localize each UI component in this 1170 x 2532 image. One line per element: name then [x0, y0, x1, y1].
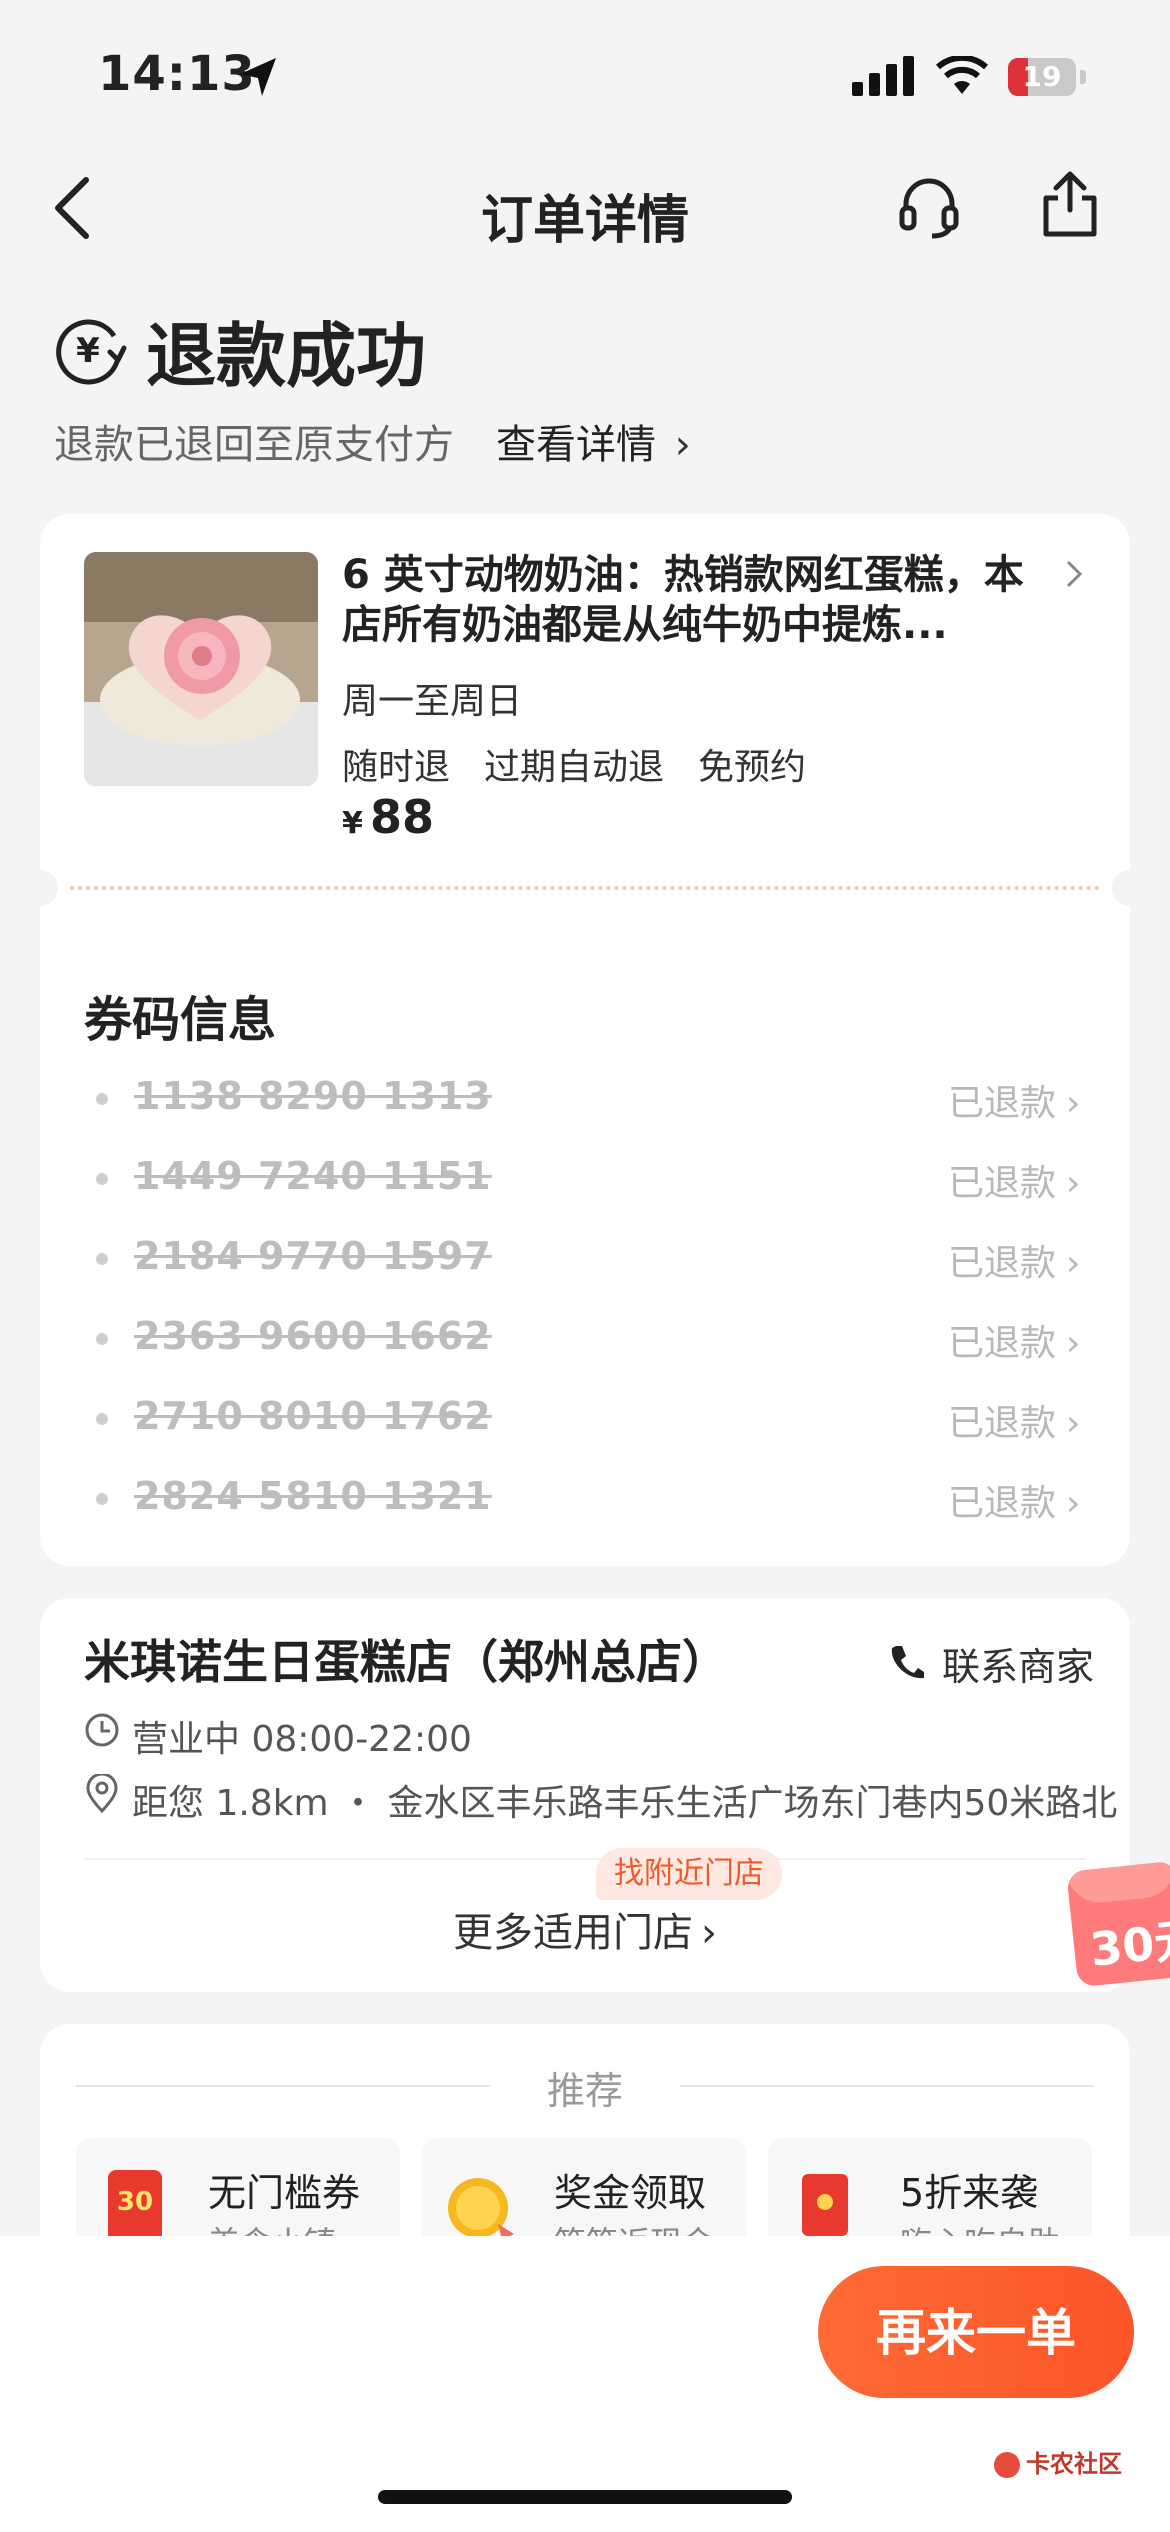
coupon-status-link[interactable]: 已退款 ›: [948, 1234, 1080, 1286]
coupon-code: 2184 9770 1597: [134, 1234, 492, 1278]
chevron-right-icon: ›: [1066, 1483, 1081, 1524]
bonus-coin-icon: [448, 2178, 514, 2240]
coupon-code: 2363 9600 1662: [134, 1314, 492, 1358]
battery-tip: [1080, 70, 1086, 84]
recommend-item-name: 5折来袭: [900, 2171, 1039, 2215]
share-icon[interactable]: [1040, 170, 1100, 240]
watermark-logo-icon: [994, 2452, 1020, 2478]
dotted-divider: [70, 886, 1100, 890]
coupon-status-link[interactable]: 已退款 ›: [948, 1154, 1080, 1206]
red-packet-amount: 30元: [1087, 1911, 1170, 1977]
contact-merchant-button[interactable]: 联系商家: [942, 1636, 1094, 1691]
chevron-right-icon: ›: [701, 1910, 717, 1956]
view-details-label: 查看详情: [496, 422, 656, 468]
bullet: [96, 1173, 108, 1185]
refund-subtitle: 退款已退回至原支付方: [54, 422, 454, 468]
svg-text:¥: ¥: [76, 331, 100, 371]
product-image[interactable]: [84, 552, 318, 786]
product-title[interactable]: 6 英寸动物奶油：热销款网红蛋糕，本店所有奶油都是从纯牛奶中提炼...: [342, 550, 1042, 650]
coupon-code: 1138 8290 1313: [134, 1074, 492, 1118]
page-title: 订单详情: [480, 191, 689, 251]
product-valid-days: 周一至周日: [342, 681, 523, 722]
svg-text:30: 30: [117, 2187, 153, 2217]
coupon-status-link[interactable]: 已退款 ›: [948, 1394, 1080, 1446]
coupon-status: 已退款: [948, 1323, 1057, 1364]
chevron-right-icon: ›: [1066, 1243, 1081, 1284]
recommend-item-name: 奖金领取: [554, 2171, 707, 2215]
location-arrow-icon: [240, 58, 276, 96]
bullet: [96, 1093, 108, 1105]
coupon-status: 已退款: [948, 1083, 1057, 1124]
watermark-text: 卡农社区: [1026, 2450, 1122, 2478]
coupon-code: 1449 7240 1151: [134, 1154, 492, 1198]
red-envelope-icon: [802, 2174, 848, 2236]
store-name[interactable]: 米琪诺生日蛋糕店（郑州总店）: [84, 1626, 728, 1692]
price-currency: ¥: [342, 806, 363, 841]
store-address[interactable]: 距您 1.8km ・ 金水区丰乐路丰乐生活广场东门巷内50米路北: [132, 1774, 1117, 1826]
chevron-right-icon: ›: [674, 422, 691, 468]
location-pin-icon: [86, 1774, 118, 1814]
coupon-section-title: 券码信息: [84, 992, 277, 1048]
recommend-item-name: 无门槛券: [208, 2171, 361, 2215]
home-indicator[interactable]: [378, 2490, 792, 2504]
chevron-right-icon: ›: [1066, 1163, 1081, 1204]
coupon-status-link[interactable]: 已退款 ›: [948, 1314, 1080, 1366]
cake-image: [84, 552, 318, 786]
battery-indicator: 19: [1008, 58, 1076, 96]
coupon-status: 已退款: [948, 1243, 1057, 1284]
product-tag: 免预约: [698, 747, 807, 788]
clock-icon: [85, 1713, 119, 1747]
recommend-item[interactable]: 5折来袭 嗨心吃自助: [768, 2138, 1092, 2248]
store-hours: 营业中 08:00-22:00: [132, 1719, 472, 1760]
product-chevron-icon[interactable]: [1064, 558, 1084, 590]
coupon-code: 2710 8010 1762: [134, 1394, 492, 1438]
more-stores-link[interactable]: 更多适用门店 ›: [0, 1900, 1170, 1958]
bullet: [96, 1333, 108, 1345]
more-stores-label: 更多适用门店: [453, 1910, 693, 1956]
battery-level: 19: [1022, 60, 1062, 93]
signal-icon: [852, 56, 914, 96]
floating-red-packet[interactable]: 30元: [1066, 1860, 1170, 1988]
coupon-code: 2824 5810 1321: [134, 1474, 492, 1518]
coupon-status-link[interactable]: 已退款 ›: [948, 1074, 1080, 1126]
coupon-status-link[interactable]: 已退款 ›: [948, 1474, 1080, 1526]
nearby-store-badge: 找附近门店: [596, 1848, 782, 1900]
coupon-30-icon: 30: [108, 2170, 162, 2242]
wifi-icon: [936, 56, 988, 94]
product-price: 88: [370, 790, 435, 844]
status-time: 14:13: [98, 46, 256, 102]
recommend-item[interactable]: 30 无门槛券 美食小镇: [76, 2138, 400, 2248]
card-notch-left: [22, 870, 58, 906]
bullet: [96, 1493, 108, 1505]
watermark: 卡农社区: [994, 2444, 1122, 2479]
refund-status-title: 退款成功: [146, 315, 426, 397]
divider: [84, 1858, 1086, 1860]
product-tag: 过期自动退: [484, 747, 665, 788]
bullet: [96, 1413, 108, 1425]
chevron-right-icon: ›: [1066, 1403, 1081, 1444]
phone-icon[interactable]: [888, 1644, 924, 1680]
coupon-status: 已退款: [948, 1403, 1057, 1444]
chevron-right-icon: ›: [1066, 1323, 1081, 1364]
reorder-button[interactable]: 再来一单: [818, 2266, 1134, 2398]
coupon-status: 已退款: [948, 1163, 1057, 1204]
view-details-link[interactable]: 查看详情 ›: [496, 412, 691, 470]
card-notch-right: [1112, 870, 1148, 906]
customer-service-icon[interactable]: [896, 174, 962, 240]
recommend-item[interactable]: 奖金领取 笔笔返现金: [422, 2138, 746, 2248]
recommend-title: 推荐: [546, 2069, 623, 2113]
product-tag: 随时退: [342, 747, 451, 788]
bullet: [96, 1253, 108, 1265]
coupon-status: 已退款: [948, 1483, 1057, 1524]
refund-yuan-icon: ¥: [56, 319, 127, 385]
chevron-right-icon: ›: [1066, 1083, 1081, 1124]
